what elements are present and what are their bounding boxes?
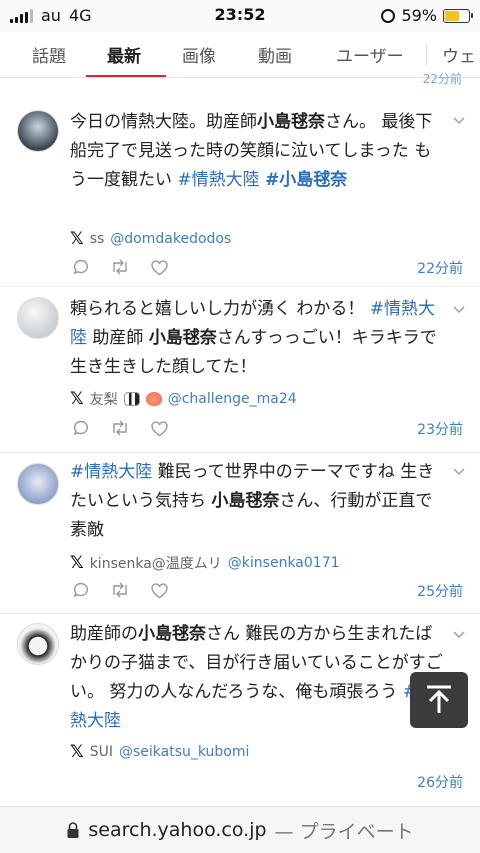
like-icon[interactable] (150, 582, 169, 599)
list-item: 頼られると嬉しいし力が湧く わかる！ #情熱大陸 助産師 小島毬奈さんすっっごい… (0, 287, 480, 453)
avatar[interactable] (17, 623, 59, 665)
post-time[interactable]: 25分前 (417, 581, 463, 601)
author-name: SUI (89, 744, 113, 760)
chevron-down-icon[interactable] (452, 465, 466, 479)
post-text: 今日の情熱大陸。助産師小島毬奈さん。 最後下船完了で見送った時の笑顔に泣いてしま… (70, 108, 445, 195)
tab-divider (426, 44, 427, 66)
highlight-text: 小島毬奈 (211, 491, 280, 511)
retweet-icon[interactable] (110, 419, 130, 437)
search-tabs: 話題 最新 画像 動画 ユーザー ウェ (0, 32, 480, 78)
author-handle[interactable]: @challenge_ma24 (168, 391, 297, 407)
x-logo-icon: 𝕏 (70, 553, 84, 573)
battery-icon (443, 8, 473, 23)
avatar[interactable] (17, 463, 59, 505)
reply-icon[interactable] (72, 419, 90, 437)
highlight-text: 小島毬奈 (138, 624, 206, 644)
tab-images[interactable]: 画像 (182, 42, 216, 67)
status-bar: au 4G 23:52 59% (0, 0, 480, 32)
post-author: 𝕏 SUI @seikatsu_kubomi (70, 742, 249, 762)
previous-post-time: 22分前 (422, 72, 462, 86)
post-author: 𝕏 ss @domdakedodos (70, 229, 231, 249)
tab-users[interactable]: ユーザー (336, 42, 404, 67)
tab-web[interactable]: ウェ (442, 42, 476, 67)
like-icon[interactable] (150, 420, 169, 437)
post-time[interactable]: 26分前 (417, 772, 463, 792)
text-segment: 頼られると嬉しいし力が湧く わかる！ (70, 299, 370, 319)
author-handle[interactable]: @seikatsu_kubomi (119, 744, 249, 760)
reply-icon[interactable] (72, 581, 90, 599)
hashtag-link[interactable]: #情熱大陸 (70, 462, 152, 482)
tab-latest[interactable]: 最新 (107, 42, 141, 67)
post-actions (72, 419, 169, 437)
scroll-to-top-button[interactable] (410, 672, 468, 728)
url-domain: search.yahoo.co.jp (88, 819, 267, 841)
post-time[interactable]: 22分前 (417, 258, 463, 278)
cow-emoji-icon (123, 392, 140, 406)
post-text: 頼られると嬉しいし力が湧く わかる！ #情熱大陸 助産師 小島毬奈さんすっっごい… (70, 295, 445, 382)
post-text: #情熱大陸 難民って世界中のテーマですね 生きたいという気持ち 小島毬奈さん、行… (70, 458, 445, 545)
tab-videos[interactable]: 動画 (258, 42, 292, 67)
list-item: #情熱大陸 難民って世界中のテーマですね 生きたいという気持ち 小島毬奈さん、行… (0, 453, 480, 614)
retweet-icon[interactable] (110, 258, 130, 276)
post-time[interactable]: 23分前 (417, 419, 463, 439)
post-actions (72, 258, 169, 276)
post-text: 助産師の小島毬奈さん 難民の方から生まれたばかりの子猫まで、目が行き届いているこ… (70, 620, 445, 736)
text-segment: 助産師の (70, 624, 138, 644)
chevron-down-icon[interactable] (452, 628, 466, 642)
battery-percent: 59% (401, 6, 437, 25)
text-segment: 助産師 (87, 328, 149, 348)
chevron-down-icon[interactable] (452, 303, 466, 317)
text-segment: 今日の情熱大陸。助産師 (70, 112, 257, 132)
x-logo-icon: 𝕏 (70, 742, 84, 762)
arrow-up-to-line-icon (427, 685, 451, 713)
peach-emoji-icon (145, 392, 162, 406)
post-actions (72, 581, 169, 599)
author-name: 友梨 (89, 392, 118, 408)
list-item: 今日の情熱大陸。助産師小島毬奈さん。 最後下船完了で見送った時の笑顔に泣いてしま… (0, 92, 480, 287)
post-author: 𝕏 kinsenka@温度ムリ @kinsenka0171 (70, 553, 340, 573)
author-name: ss (89, 231, 105, 247)
author-handle[interactable]: @kinsenka0171 (228, 555, 340, 571)
highlight-text: 小島毬奈 (257, 112, 325, 132)
private-mode-label: — プライベート (274, 820, 414, 843)
active-tab-indicator (86, 75, 166, 77)
reply-icon[interactable] (72, 258, 90, 276)
chevron-down-icon[interactable] (452, 114, 466, 128)
address-bar[interactable]: search.yahoo.co.jp — プライベート (0, 806, 480, 853)
tab-trending[interactable]: 話題 (32, 42, 66, 67)
lock-icon (67, 822, 79, 838)
like-icon[interactable] (150, 259, 169, 276)
hashtag-link[interactable]: #小島毬奈 (265, 170, 347, 190)
x-logo-icon: 𝕏 (70, 229, 84, 249)
list-item: 助産師の小島毬奈さん 難民の方から生まれたばかりの子猫まで、目が行き届いているこ… (0, 614, 480, 806)
author-name: kinsenka@温度ムリ (89, 556, 222, 572)
hashtag-link[interactable]: #情熱大陸 (177, 170, 259, 190)
post-author: 𝕏 友梨 @challenge_ma24 (70, 389, 297, 409)
alarm-icon (381, 8, 396, 23)
highlight-text: 小島毬奈 (148, 328, 217, 348)
retweet-icon[interactable] (110, 581, 130, 599)
x-logo-icon: 𝕏 (70, 389, 84, 409)
author-handle[interactable]: @domdakedodos (110, 231, 231, 247)
avatar[interactable] (17, 297, 59, 339)
avatar[interactable] (17, 110, 59, 152)
